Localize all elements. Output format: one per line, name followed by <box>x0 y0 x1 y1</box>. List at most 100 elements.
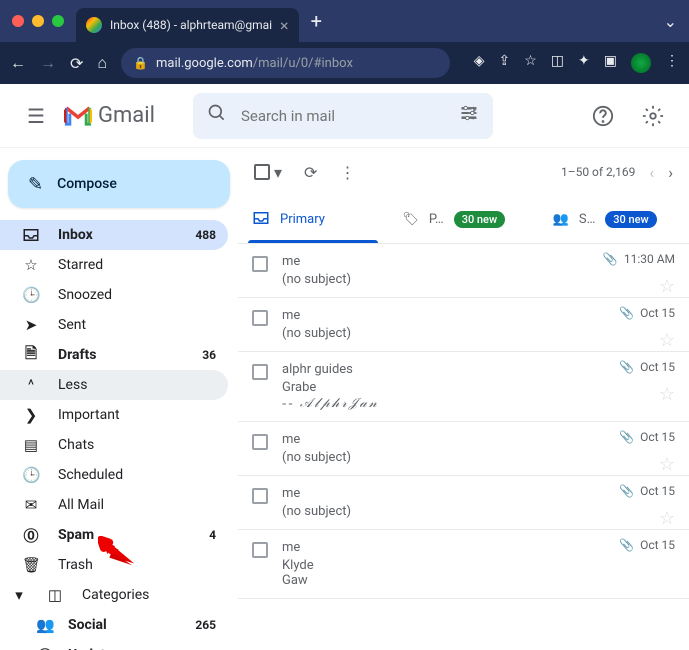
sidebar-item-snoozed[interactable]: 🕒 Snoozed <box>0 280 228 310</box>
more-icon[interactable]: ⋮ <box>339 163 355 182</box>
email-checkbox[interactable] <box>252 488 268 504</box>
email-sender: alphr guides <box>282 362 675 377</box>
sidebar-item-sent[interactable]: ➤ Sent <box>0 310 228 340</box>
sidebar: ✎ Compose Inbox 488 ☆ Starred 🕒 Snoozed … <box>0 148 238 650</box>
header-actions <box>583 96 673 136</box>
download-icon[interactable]: ◫ <box>551 53 564 73</box>
email-row[interactable]: me Klyde Gaw 📎Oct 15 <box>238 530 689 599</box>
select-dropdown-icon[interactable]: ▾ <box>274 163 282 182</box>
caret-down-icon: ▾ <box>10 586 28 604</box>
email-checkbox[interactable] <box>252 364 268 380</box>
sidebar-item-scheduled[interactable]: 🕒 Scheduled <box>0 460 228 490</box>
main-menu-button[interactable]: ☰ <box>16 96 56 136</box>
tabs-dropdown-icon[interactable]: ⌄ <box>664 12 677 31</box>
sidebar-label: Less <box>58 377 87 393</box>
people-icon: 👥 <box>553 212 569 227</box>
sidebar-item-important[interactable]: ❯ Important <box>0 400 228 430</box>
sidebar-item-categories[interactable]: ▾ ◫ Categories <box>0 580 228 610</box>
email-time: Oct 15 <box>640 360 675 374</box>
profile-extension-icon[interactable] <box>631 53 651 73</box>
forward-icon[interactable]: → <box>40 53 56 73</box>
address-bar[interactable]: 🔒 mail.google.com/mail/u/0/#inbox <box>121 48 450 78</box>
close-window-button[interactable] <box>12 15 24 27</box>
support-icon[interactable] <box>583 96 623 136</box>
search-icon[interactable] <box>207 103 227 128</box>
tab-primary[interactable]: Primary <box>238 196 388 243</box>
attachment-icon: 📎 <box>619 538 634 552</box>
gmail-logo-icon <box>64 105 92 127</box>
refresh-icon[interactable]: ⟳ <box>304 163 317 182</box>
sidebar-item-less[interactable]: ^ Less <box>0 370 228 400</box>
email-row[interactable]: me (no subject) 📎11:30 AM ☆ <box>238 244 689 298</box>
prev-page-icon[interactable]: ‹ <box>649 163 654 182</box>
panel-icon[interactable]: ▣ <box>604 53 617 73</box>
search-box[interactable] <box>193 93 493 139</box>
select-all-control[interactable]: ▾ <box>254 163 282 182</box>
sidebar-count: 36 <box>202 348 216 362</box>
email-checkbox[interactable] <box>252 310 268 326</box>
extensions-icon[interactable]: ✦ <box>578 53 590 73</box>
tab-badge: 30 new <box>605 211 656 228</box>
sidebar-count: 4 <box>209 528 216 542</box>
email-checkbox[interactable] <box>252 256 268 272</box>
star-icon: ☆ <box>22 256 40 274</box>
email-row[interactable]: alphr guides Grabe -- 𝒜𝓁𝓅𝒽𝓇𝒥𝒶𝓃 📎Oct 15 ☆ <box>238 352 689 422</box>
share-icon[interactable]: ⇪ <box>499 53 511 73</box>
next-page-icon[interactable]: › <box>668 163 673 182</box>
star-icon[interactable]: ☆ <box>659 384 675 405</box>
email-row[interactable]: me (no subject) 📎Oct 15 ☆ <box>238 422 689 476</box>
settings-icon[interactable] <box>633 96 673 136</box>
browser-tab-strip: Inbox (488) - alphrteam@gmai × + ⌄ <box>0 0 689 42</box>
sidebar-item-inbox[interactable]: Inbox 488 <box>0 220 228 250</box>
back-icon[interactable]: ← <box>10 53 26 73</box>
reload-icon[interactable]: ⟳ <box>70 54 83 73</box>
email-row[interactable]: me (no subject) 📎Oct 15 ☆ <box>238 476 689 530</box>
sidebar-label: Scheduled <box>58 467 123 483</box>
scheduled-icon: 🕒 <box>22 466 40 484</box>
sidebar-item-allmail[interactable]: ✉ All Mail <box>0 490 228 520</box>
sidebar-label: All Mail <box>58 497 104 513</box>
pencil-icon: ✎ <box>28 174 43 195</box>
sidebar-label: Spam <box>58 527 94 543</box>
sidebar-item-updates[interactable]: ⓘ Updates 352 <box>0 640 228 650</box>
bookmark-icon[interactable]: ☆ <box>524 53 537 73</box>
email-row[interactable]: me (no subject) 📎Oct 15 ☆ <box>238 298 689 352</box>
new-tab-button[interactable]: + <box>311 9 322 33</box>
people-icon: 👥 <box>36 616 54 634</box>
inbox-icon <box>22 226 40 244</box>
select-all-checkbox[interactable] <box>254 164 270 180</box>
email-checkbox[interactable] <box>252 434 268 450</box>
email-checkbox[interactable] <box>252 542 268 558</box>
tab-promotions[interactable]: 🏷 P… 30 new <box>388 196 538 243</box>
email-time: Oct 15 <box>640 306 675 320</box>
sidebar-item-chats[interactable]: ▤ Chats <box>0 430 228 460</box>
gmail-logo[interactable]: Gmail <box>64 103 155 128</box>
sidebar-label: Categories <box>82 587 149 603</box>
email-subject: Grabe <box>282 380 675 395</box>
close-tab-icon[interactable]: × <box>280 16 289 35</box>
sidebar-item-drafts[interactable]: 🗎 Drafts 36 <box>0 340 228 370</box>
chevron-up-icon: ^ <box>22 376 40 394</box>
eye-icon[interactable]: ◈ <box>474 53 485 73</box>
clock-icon: 🕒 <box>22 286 40 304</box>
search-input[interactable] <box>241 107 445 125</box>
browser-tab[interactable]: Inbox (488) - alphrteam@gmai × <box>76 8 299 42</box>
email-subject: (no subject) <box>282 326 675 341</box>
star-icon[interactable]: ☆ <box>659 508 675 529</box>
home-icon[interactable]: ⌂ <box>97 53 107 73</box>
compose-button[interactable]: ✎ Compose <box>8 160 230 208</box>
maximize-window-button[interactable] <box>52 15 64 27</box>
star-icon[interactable]: ☆ <box>659 330 675 351</box>
tab-social[interactable]: 👥 S… 30 new <box>539 196 689 243</box>
attachment-icon: 📎 <box>619 306 634 320</box>
sidebar-item-starred[interactable]: ☆ Starred <box>0 250 228 280</box>
mail-toolbar: ▾ ⟳ ⋮ 1–50 of 2,169 ‹ › <box>238 148 689 196</box>
browser-menu-icon[interactable]: ⋮ <box>665 53 679 73</box>
email-time: Oct 15 <box>640 484 675 498</box>
star-icon[interactable]: ☆ <box>659 276 675 297</box>
categories-icon: ◫ <box>46 586 64 604</box>
sidebar-item-social[interactable]: 👥 Social 265 <box>0 610 228 640</box>
star-icon[interactable]: ☆ <box>659 454 675 475</box>
search-options-icon[interactable] <box>459 103 479 128</box>
minimize-window-button[interactable] <box>32 15 44 27</box>
